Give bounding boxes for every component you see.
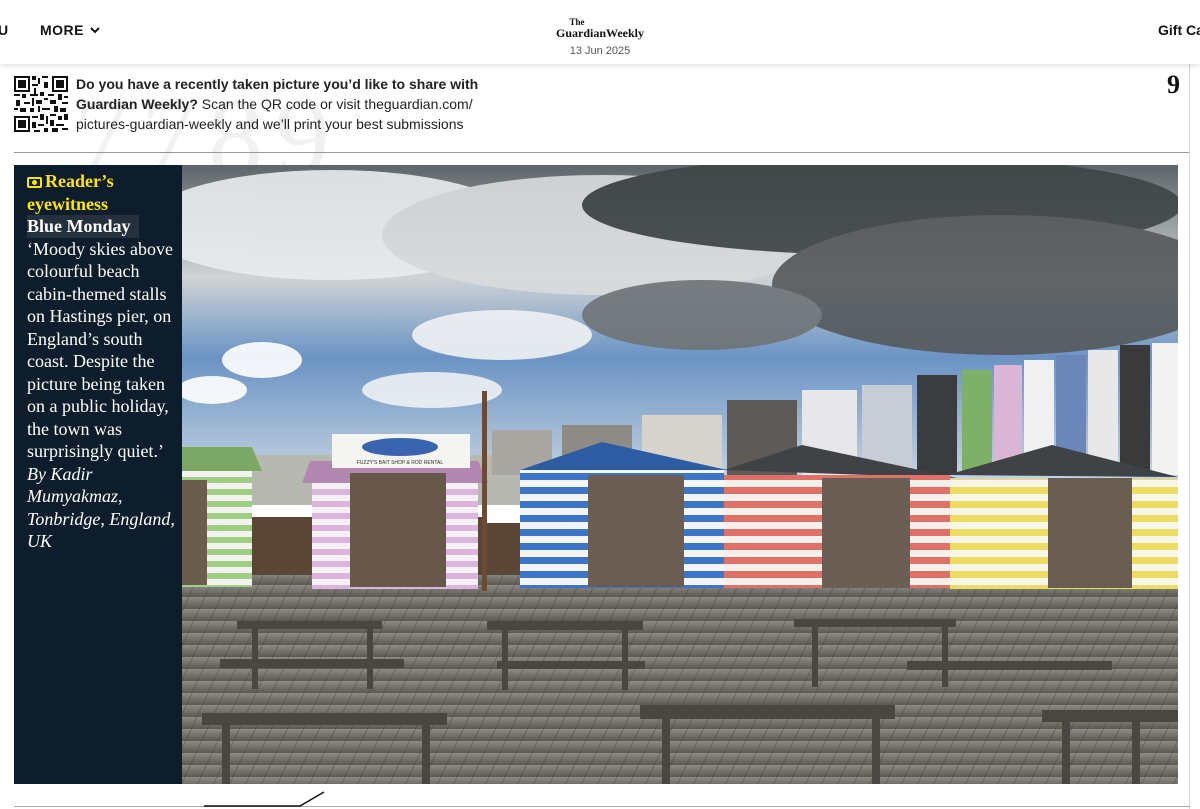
gift-card-link[interactable]: Gift Ca [1158,22,1200,38]
qr-code-icon [14,76,68,132]
photo-headline: Blue Monday [27,215,139,238]
page-edge [1189,64,1190,809]
section-kicker: Reader’s eyewitness [27,171,114,214]
page-number: 9 [1167,70,1180,99]
top-nav-bar: U MORE The GuardianWeekly 13 Jun 2025 Gi… [0,0,1200,64]
decorative-stroke [204,791,325,807]
photo-byline: By Kadir Mumyakmaz, Tonbridge, England, … [27,463,175,552]
brand-block: The GuardianWeekly 13 Jun 2025 [0,17,1200,57]
bait-shop-sign-text: FUZZY'S BAIT SHOP & ROD RENTAL [357,460,443,466]
pier-deck [182,575,1178,784]
footer-divider [14,806,1190,807]
header-divider [14,152,1190,153]
issue-date: 13 Jun 2025 [569,45,631,57]
hut-blue [520,442,727,588]
guardian-weekly-logo[interactable]: The GuardianWeekly [0,17,1200,39]
reader-submission-prompt: Do you have a recently taken picture you… [76,74,516,134]
pier-photograph: FUZZY'S BAIT SHOP & ROD RENTAL [182,165,1178,784]
hut-green [182,447,262,587]
camera-icon [27,177,42,188]
magazine-page: 7789 Do you have a recently taken pictur… [14,64,1190,809]
lamp-post [482,391,487,591]
caption-panel: Reader’s eyewitness Blue Monday ‘Moody s… [14,165,182,784]
photo-caption-text: ‘Moody skies above colourful beach cabin… [27,238,173,462]
